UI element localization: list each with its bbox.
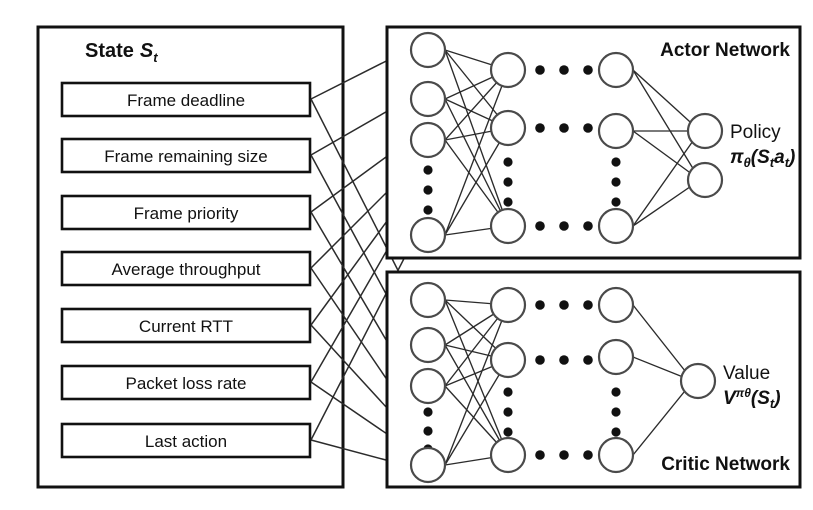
- horizontal-ellipsis-dot: [583, 221, 593, 231]
- vertical-ellipsis-dot: [423, 205, 433, 215]
- state-item-label: Packet loss rate: [126, 374, 247, 393]
- horizontal-ellipsis-dot: [535, 300, 545, 310]
- critic-network-panel: Critic Network Value Vπθ(St): [385, 270, 802, 489]
- horizontal-ellipsis-dot: [559, 221, 569, 231]
- neuron-node: [489, 109, 527, 147]
- policy-label: Policy: [730, 122, 781, 143]
- vertical-ellipsis-dot: [611, 177, 621, 187]
- state-item-current-rtt[interactable]: Current RTT: [60, 307, 312, 344]
- neuron-node: [409, 367, 447, 405]
- vertical-ellipsis-dot: [503, 427, 513, 437]
- horizontal-ellipsis-dot: [583, 355, 593, 365]
- neuron-node: [597, 436, 635, 474]
- vertical-ellipsis-dot: [503, 387, 513, 397]
- vertical-ellipsis-dot: [611, 387, 621, 397]
- horizontal-ellipsis-dot: [535, 450, 545, 460]
- vertical-ellipsis-dot: [503, 197, 513, 207]
- neuron-node: [489, 207, 527, 245]
- vertical-ellipsis-dot: [611, 157, 621, 167]
- horizontal-ellipsis-dot: [559, 300, 569, 310]
- diagram-root: State St Frame deadline Frame remaining s…: [0, 0, 813, 510]
- vertical-ellipsis-dot: [503, 177, 513, 187]
- neuron-node: [409, 216, 447, 254]
- horizontal-ellipsis-dot: [535, 123, 545, 133]
- neuron-node: [489, 286, 527, 324]
- state-item-label: Last action: [145, 432, 227, 451]
- neuron-node: [686, 112, 724, 150]
- neuron-node: [409, 281, 447, 319]
- state-item-label: Frame remaining size: [104, 147, 267, 166]
- state-item-average-throughput[interactable]: Average throughput: [60, 250, 312, 287]
- state-item-label: Frame priority: [134, 204, 239, 223]
- value-label: Value: [723, 363, 770, 384]
- neuron-node: [597, 207, 635, 245]
- neuron-node: [489, 341, 527, 379]
- horizontal-ellipsis-dot: [535, 221, 545, 231]
- critic-output-layer: [679, 362, 717, 400]
- vertical-ellipsis-dot: [611, 407, 621, 417]
- neuron-node: [489, 436, 527, 474]
- neuron-node: [489, 51, 527, 89]
- neuron-node: [409, 31, 447, 69]
- state-item-frame-deadline[interactable]: Frame deadline: [60, 81, 312, 118]
- critic-network-title: Critic Network: [661, 454, 790, 475]
- vertical-ellipsis-dot: [503, 157, 513, 167]
- neuron-node: [597, 51, 635, 89]
- horizontal-ellipsis-dot: [559, 355, 569, 365]
- horizontal-ellipsis-dot: [535, 355, 545, 365]
- horizontal-ellipsis-dot: [535, 65, 545, 75]
- neuron-node: [409, 121, 447, 159]
- state-item-label: Frame deadline: [127, 91, 245, 110]
- neuron-node: [597, 286, 635, 324]
- vertical-ellipsis-dot: [503, 407, 513, 417]
- vertical-ellipsis-dot: [611, 427, 621, 437]
- state-item-label: Average throughput: [111, 260, 260, 279]
- horizontal-ellipsis-dot: [559, 123, 569, 133]
- horizontal-ellipsis-dot: [583, 65, 593, 75]
- neuron-node: [597, 338, 635, 376]
- neuron-node: [686, 161, 724, 199]
- state-item-last-action[interactable]: Last action: [60, 422, 312, 459]
- vertical-ellipsis-dot: [611, 197, 621, 207]
- neuron-node: [409, 446, 447, 484]
- critic-input-layer: [409, 281, 447, 484]
- vertical-ellipsis-dot: [423, 426, 433, 436]
- state-item-frame-remaining-size[interactable]: Frame remaining size: [60, 137, 312, 174]
- state-item-label: Current RTT: [139, 317, 233, 336]
- actor-network-title: Actor Network: [660, 40, 790, 61]
- actor-network-panel: Actor Network Policy πθ(Stat): [385, 25, 802, 260]
- state-item-packet-loss-rate[interactable]: Packet loss rate: [60, 364, 312, 401]
- vertical-ellipsis-dot: [423, 407, 433, 417]
- horizontal-ellipsis-dot: [583, 123, 593, 133]
- state-item-frame-priority[interactable]: Frame priority: [60, 194, 312, 231]
- horizontal-ellipsis-dot: [559, 450, 569, 460]
- neuron-node: [679, 362, 717, 400]
- neuron-node: [597, 112, 635, 150]
- neuron-node: [409, 326, 447, 364]
- horizontal-ellipsis-dot: [559, 65, 569, 75]
- horizontal-ellipsis-dot: [583, 450, 593, 460]
- state-panel-title: State St: [85, 40, 158, 65]
- state-panel: State St Frame deadline Frame remaining s…: [36, 25, 345, 489]
- vertical-ellipsis-dot: [423, 185, 433, 195]
- vertical-ellipsis-dot: [423, 165, 433, 175]
- horizontal-ellipsis-dot: [583, 300, 593, 310]
- neuron-node: [409, 80, 447, 118]
- actor-critic-architecture-diagram: State St Frame deadline Frame remaining s…: [36, 25, 802, 489]
